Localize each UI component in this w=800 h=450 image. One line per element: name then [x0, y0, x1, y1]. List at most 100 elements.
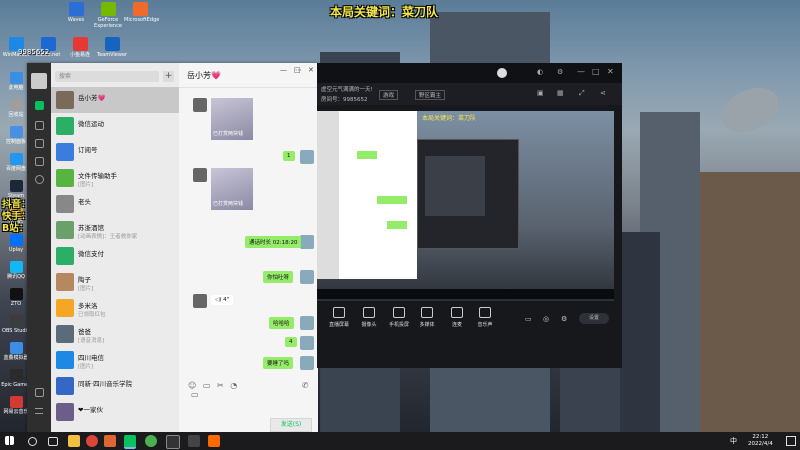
emoji-icon[interactable]: ☺ — [188, 381, 196, 390]
settings-pill-button[interactable]: 设置 — [579, 313, 609, 324]
voice-message[interactable]: ◁) 4" — [211, 295, 234, 305]
taskbar-clock[interactable]: 22:12 2022/4/4 — [748, 434, 773, 448]
lock-icon[interactable]: ▣ — [537, 89, 544, 97]
message-bubble: 1 — [283, 151, 295, 161]
app-icon — [9, 261, 23, 273]
search-icon[interactable] — [28, 437, 37, 446]
contact-item[interactable]: 爸爸 [语音消息] — [51, 321, 179, 347]
chat-icon[interactable]: ▭ — [525, 315, 532, 323]
maximize-button[interactable]: □ — [592, 67, 600, 76]
nested-stream-preview — [425, 156, 485, 216]
menu-icon[interactable] — [35, 408, 43, 414]
contacts-icon[interactable] — [35, 121, 44, 130]
ime-indicator[interactable]: 中 — [730, 436, 737, 446]
stream-control-button[interactable]: 摄像头 — [355, 307, 383, 328]
task-view-icon[interactable] — [48, 437, 58, 446]
video-call-icon[interactable]: ▭ — [191, 390, 199, 399]
gear-icon[interactable]: ⚙ — [561, 315, 567, 323]
app-g-icon[interactable] — [188, 435, 200, 447]
favorites-icon[interactable] — [35, 139, 44, 148]
stream-control-button[interactable]: 音乐声 — [471, 307, 499, 328]
stream-control-button[interactable]: 多媒体 — [413, 307, 441, 328]
desktop-shortcut[interactable]: 小鱼易连 — [64, 37, 96, 58]
wechat-window: 搜索 + 岳小芳💗 微信运动订阅号文件传输助手 [图片] 老头 苏浙酒馆 [动画表情]：王… — [27, 63, 318, 433]
stream-control-button[interactable]: 直播屏幕 — [325, 307, 353, 328]
contact-item[interactable]: 多米洛 已领取红包 — [51, 295, 179, 321]
file-explorer-icon[interactable] — [68, 435, 80, 447]
contact-item[interactable]: 苏浙酒馆 [动画表情]：王者救你家 — [51, 217, 179, 243]
share-icon[interactable]: ⋖ — [600, 89, 606, 97]
room-title[interactable]: 虚空元气满满的一天! — [321, 85, 373, 93]
maximize-button[interactable]: □ — [294, 66, 301, 74]
send-button[interactable]: 发送(S) — [270, 418, 312, 432]
desktop-shortcut[interactable]: GeForce Experience — [92, 2, 124, 29]
app-orange-icon[interactable] — [208, 435, 220, 447]
grid-icon[interactable]: ▦ — [557, 89, 564, 97]
room-info-bar: 虚空元气满满的一天! 房间号：9985652 游戏 野区霸主 ▣ ▦ ⤢ ⋖ — [317, 83, 622, 105]
files-icon[interactable] — [35, 157, 44, 166]
image-caption: 已打赏两块钱 — [213, 131, 244, 137]
close-button[interactable]: ✕ — [308, 66, 314, 74]
contact-item[interactable]: ❤一家伙 — [51, 399, 179, 425]
gift-icon[interactable]: ◎ — [543, 315, 549, 323]
phone-icon[interactable] — [35, 388, 44, 397]
scissors-icon[interactable]: ✂ — [217, 381, 224, 390]
user-avatar[interactable] — [31, 73, 47, 89]
contact-item[interactable]: 老头 — [51, 191, 179, 217]
folder-icon[interactable]: ▭ — [203, 381, 211, 390]
contact-item[interactable]: 岳小芳💗 — [51, 87, 179, 113]
contact-item[interactable]: 文件传输助手 [图片] — [51, 165, 179, 191]
app-icon[interactable] — [166, 435, 180, 449]
contact-item[interactable]: 订阅号 — [51, 139, 179, 165]
stream-control-button[interactable]: 手机投屏 — [385, 307, 413, 328]
search-input[interactable]: 搜索 — [55, 71, 159, 82]
settings-icon[interactable]: ⚙ — [557, 68, 563, 76]
desktop-shortcut[interactable]: TeamViewer — [96, 37, 128, 58]
contact-name: 订阅号 — [78, 146, 98, 154]
notification-icon[interactable] — [786, 436, 796, 446]
game-icon[interactable] — [145, 435, 157, 447]
contact-item[interactable]: 微信支付 — [51, 243, 179, 269]
nested-chat-window — [317, 111, 417, 279]
contact-last-message: 已领取红包 — [78, 312, 106, 318]
corner-id-label: 9985652 — [18, 48, 50, 56]
desktop-shortcut[interactable]: Waves — [60, 2, 92, 23]
contact-item[interactable]: 四川电信 [图片] — [51, 347, 179, 373]
fullscreen-icon[interactable]: ⤢ — [579, 89, 585, 98]
stream-preview[interactable]: 本局关键词：菜刀队 — [317, 111, 614, 301]
satellite-dish — [714, 79, 786, 141]
streamer-window: ◐ ⚙ — □ ✕ 虚空元气满满的一天! 房间号：9985652 游戏 野区霸主… — [317, 63, 622, 368]
add-contact-button[interactable]: + — [163, 71, 174, 82]
contact-item[interactable]: 陶子 [图片] — [51, 269, 179, 295]
game-tag[interactable]: 野区霸主 — [415, 90, 446, 100]
avatar — [56, 117, 74, 135]
chat-icon[interactable] — [35, 101, 44, 110]
stream-control-button[interactable]: 连麦 — [443, 307, 471, 328]
minimize-button[interactable]: — — [280, 66, 287, 74]
desktop-shortcut-label: GeForce Experience — [94, 17, 122, 29]
self-avatar — [300, 336, 314, 350]
contact-avatar — [193, 294, 207, 308]
voice-call-icon[interactable]: ✆ — [302, 381, 309, 390]
windows-taskbar: 中 — [0, 432, 800, 450]
windows-start-icon[interactable] — [5, 436, 14, 445]
image-message[interactable]: 已打赏两块钱 — [211, 168, 253, 210]
close-button[interactable]: ✕ — [607, 67, 614, 76]
mail-icon[interactable] — [104, 435, 116, 447]
history-icon[interactable]: ◔ — [230, 381, 237, 390]
moments-icon[interactable] — [35, 175, 44, 184]
clock-date: 2022/4/4 — [748, 441, 773, 447]
app-icon — [68, 2, 84, 16]
chrome-icon[interactable] — [86, 435, 98, 447]
desktop-shortcut[interactable]: MicrosoftEdge — [124, 2, 159, 23]
image-message[interactable]: 已打赏两块钱 — [211, 98, 253, 140]
contact-last-message: [图片] — [78, 182, 94, 188]
contact-item[interactable]: 同新·四川音乐学院 — [51, 373, 179, 399]
category-tag[interactable]: 游戏 — [379, 90, 399, 100]
contact-item[interactable]: 微信运动 — [51, 113, 179, 139]
message-list: 已打赏两块钱 1 已打赏两块钱 通话时长 02:18:20 你怕吐呀 ◁) 4"… — [179, 87, 318, 378]
input-toolbar: ☺ ▭ ✂ ◔ ✆ ▭ — [188, 381, 318, 399]
minimize-button[interactable]: — — [577, 67, 585, 76]
wechat-taskbar-icon[interactable] — [124, 435, 136, 449]
skin-icon[interactable]: ◐ — [537, 68, 543, 76]
